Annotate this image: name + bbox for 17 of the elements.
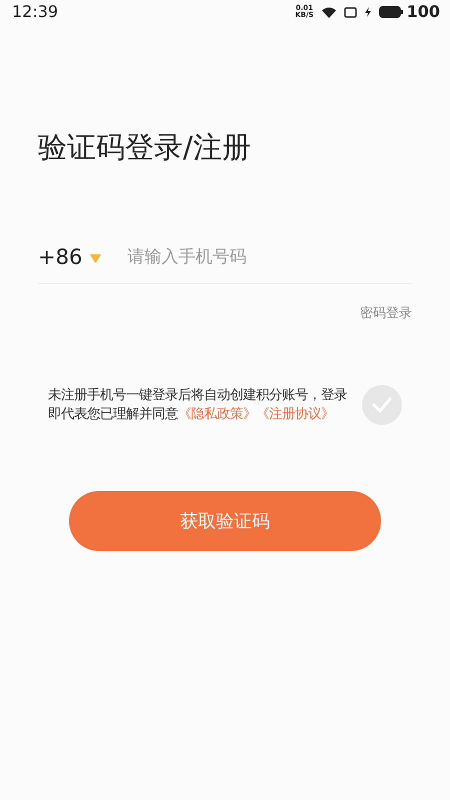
clock-text: 12:39 bbox=[12, 1, 58, 23]
agree-checkbox[interactable] bbox=[362, 385, 402, 425]
agreement-link[interactable]: 《隐私政策》 bbox=[178, 407, 256, 422]
charging-icon bbox=[364, 7, 371, 17]
battery-level-text: 100 bbox=[406, 1, 440, 23]
wifi-icon bbox=[322, 6, 336, 18]
get-code-button[interactable]: 获取验证码 bbox=[69, 491, 381, 551]
battery-icon bbox=[378, 6, 403, 18]
screen-cast-icon bbox=[344, 6, 357, 18]
agreement-text: 未注册手机号一键登录后将自动创建积分账号，登录即代表您已理解并同意《隐私政策》《注册协议》 bbox=[48, 386, 348, 424]
phone-input-field[interactable]: 请输入手机号码 bbox=[125, 244, 386, 272]
dropdown-icon bbox=[90, 254, 102, 262]
password-login-link[interactable]: 密码登录 bbox=[360, 306, 412, 320]
country-code-selector[interactable]: +86 bbox=[38, 242, 102, 274]
check-icon bbox=[372, 397, 392, 413]
page-title: 验证码登录/注册 bbox=[38, 129, 252, 166]
agreement-link[interactable]: 《注册协议》 bbox=[256, 407, 334, 422]
